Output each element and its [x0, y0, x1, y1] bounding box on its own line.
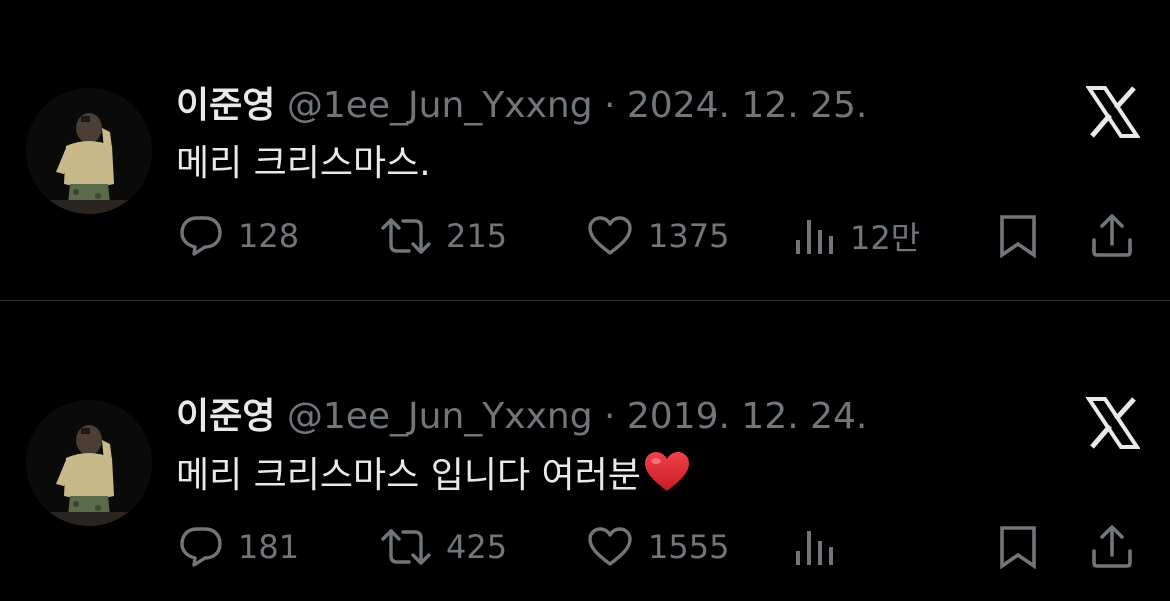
tweet-text-content: 메리 크리스마스.	[176, 143, 431, 184]
tweet-text: 메리 크리스마스.	[176, 141, 431, 187]
user-handle[interactable]: @1ee_Jun_Yxxng	[287, 396, 593, 437]
tweet-date[interactable]: 2024. 12. 25.	[627, 85, 867, 126]
like-icon	[586, 215, 634, 257]
share-icon	[1090, 214, 1134, 258]
bookmark-icon	[998, 525, 1038, 569]
like-count: 1375	[648, 217, 730, 255]
user-handle[interactable]: @1ee_Jun_Yxxng	[287, 85, 593, 126]
views-icon	[794, 216, 836, 256]
share-icon	[1090, 525, 1134, 569]
x-logo-icon	[1085, 86, 1141, 138]
x-logo-icon	[1085, 397, 1141, 449]
retweet-icon	[380, 527, 432, 567]
share-button[interactable]	[1090, 212, 1134, 260]
views-button[interactable]	[794, 523, 836, 571]
tweet-actions: 128 215 1375 12만	[0, 212, 1170, 260]
reply-icon	[178, 525, 224, 569]
share-button[interactable]	[1090, 523, 1134, 571]
views-count: 12만	[850, 219, 921, 257]
retweet-count: 425	[446, 528, 508, 566]
red-heart-emoji	[643, 451, 691, 505]
tweet-header: 이준영 @1ee_Jun_Yxxng · 2019. 12. 24.	[176, 395, 867, 439]
tweet-actions: 181 425 1555	[0, 523, 1170, 571]
like-icon	[586, 526, 634, 568]
like-count: 1555	[648, 528, 730, 566]
retweet-icon	[380, 216, 432, 256]
reply-button[interactable]: 128	[178, 212, 299, 260]
retweet-button[interactable]: 425	[380, 523, 507, 571]
bookmark-button[interactable]	[998, 212, 1038, 260]
separator-dot: ·	[604, 85, 616, 126]
display-name[interactable]: 이준영	[176, 85, 275, 126]
tweet-header: 이준영 @1ee_Jun_Yxxng · 2024. 12. 25.	[176, 84, 867, 128]
views-button[interactable]: 12만	[794, 212, 920, 260]
like-button[interactable]: 1375	[586, 212, 729, 260]
views-icon	[794, 527, 836, 567]
bookmark-button[interactable]	[998, 523, 1038, 571]
avatar[interactable]	[26, 88, 152, 214]
retweet-count: 215	[446, 217, 508, 255]
tweet-text-content: 메리 크리스마스 입니다 여러분	[176, 455, 641, 496]
like-button[interactable]: 1555	[586, 523, 729, 571]
bookmark-icon	[998, 214, 1038, 258]
reply-button[interactable]: 181	[178, 523, 299, 571]
tweet-card[interactable]: 이준영 @1ee_Jun_Yxxng · 2019. 12. 24. 메리 크리…	[0, 301, 1170, 601]
reply-count: 128	[238, 217, 300, 255]
retweet-button[interactable]: 215	[380, 212, 507, 260]
reply-icon	[178, 214, 224, 258]
reply-count: 181	[238, 528, 300, 566]
tweet-text: 메리 크리스마스 입니다 여러분	[176, 451, 691, 505]
tweet-card[interactable]: 이준영 @1ee_Jun_Yxxng · 2024. 12. 25. 메리 크리…	[0, 0, 1170, 300]
avatar[interactable]	[26, 400, 152, 526]
display-name[interactable]: 이준영	[176, 396, 275, 437]
tweet-date[interactable]: 2019. 12. 24.	[627, 396, 867, 437]
separator-dot: ·	[604, 396, 616, 437]
